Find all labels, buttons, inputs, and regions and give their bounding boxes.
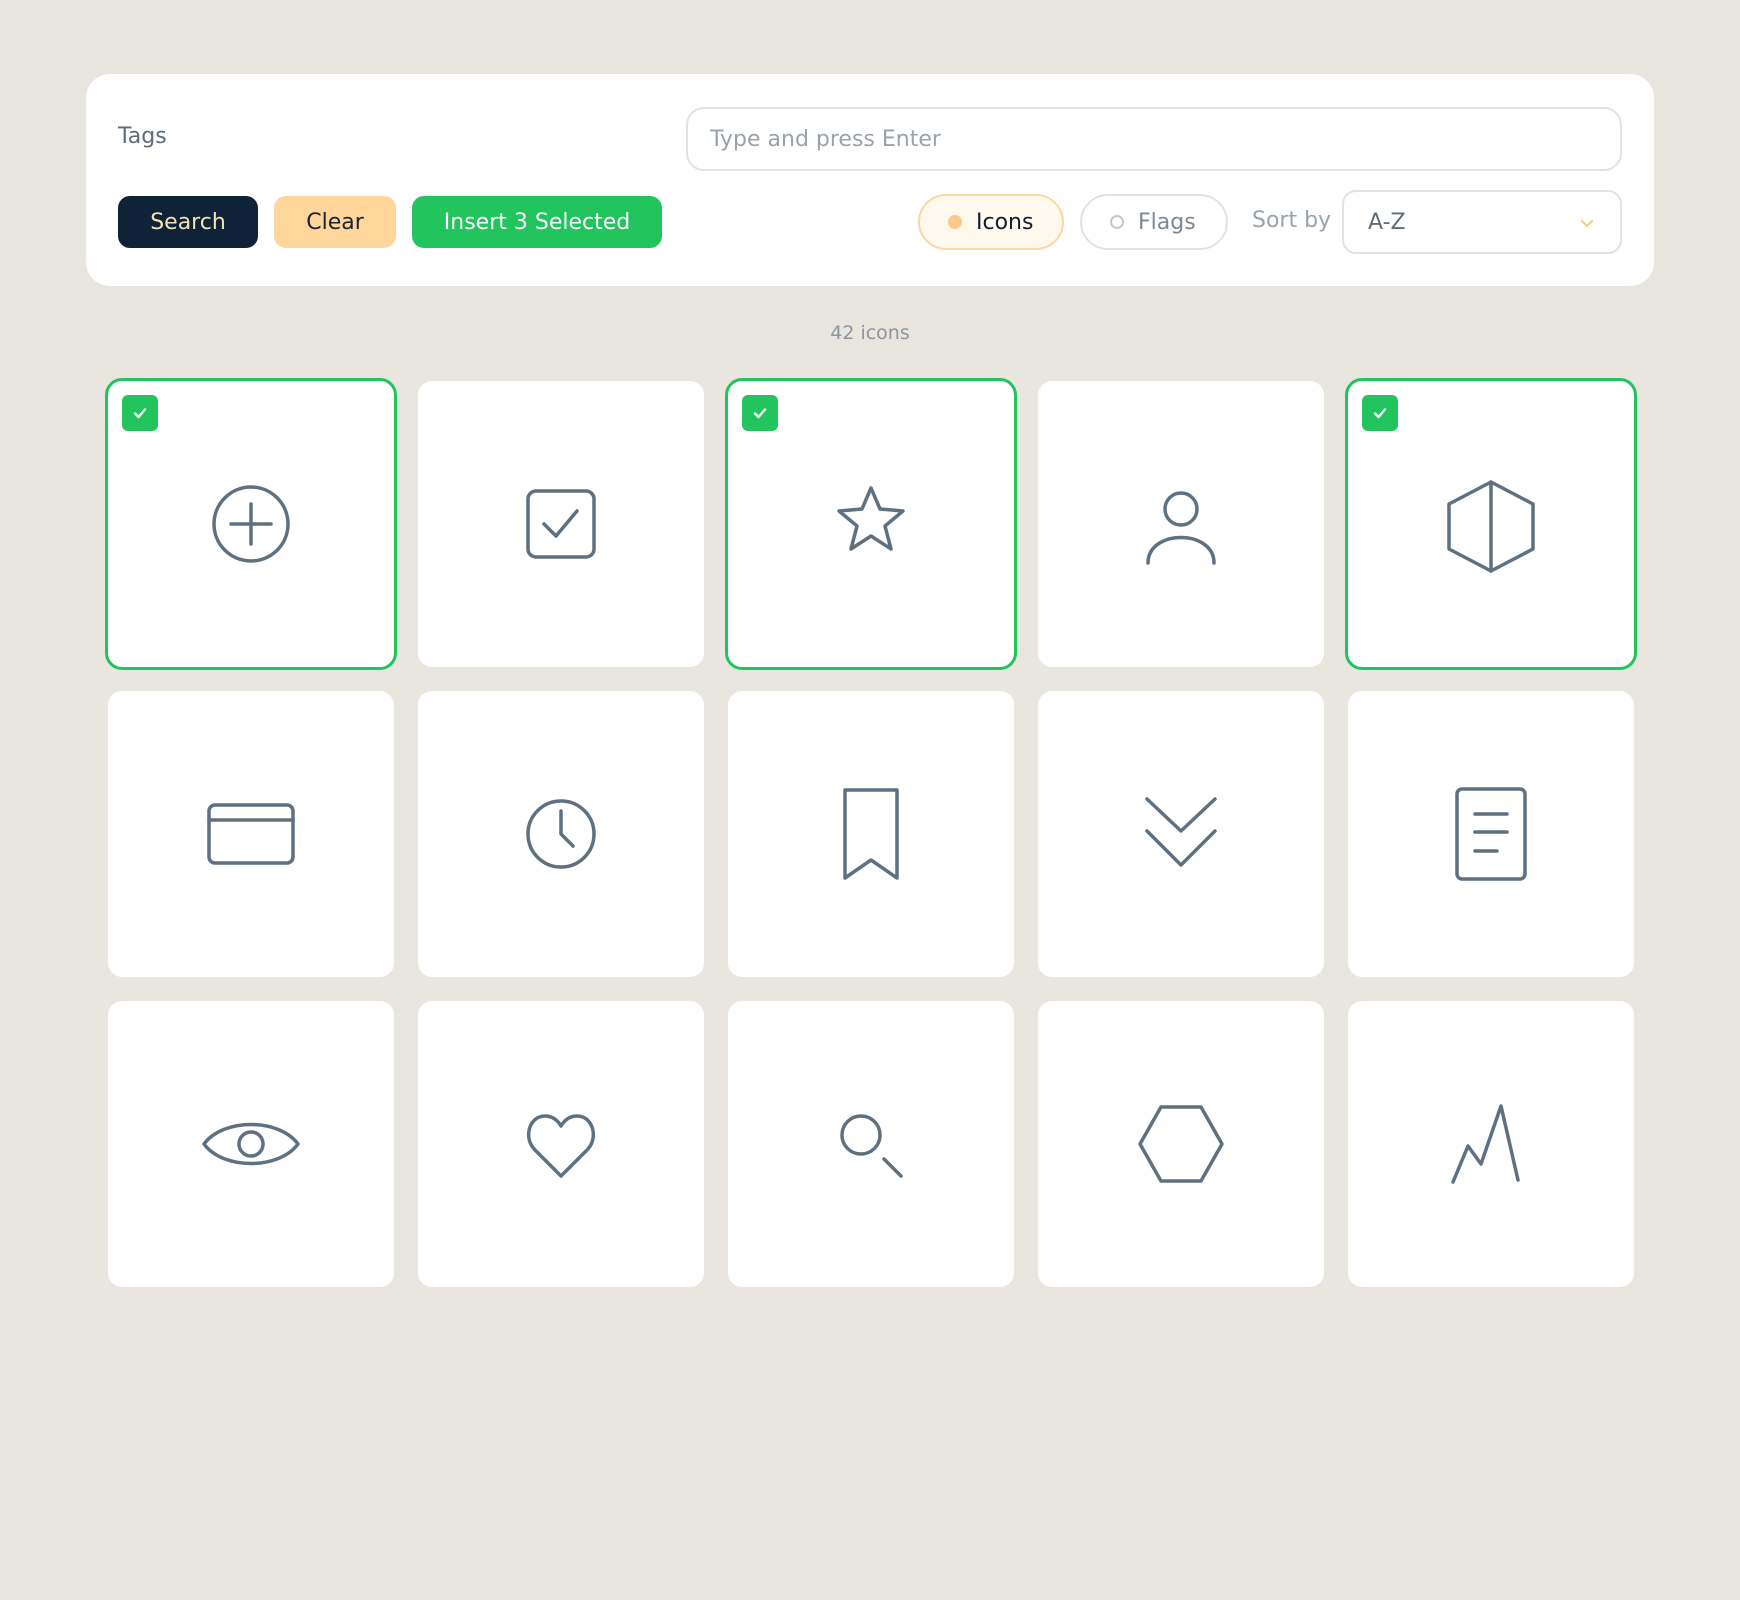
hexagon-icon bbox=[1138, 1105, 1224, 1183]
document-icon bbox=[1455, 787, 1527, 881]
icon-tile[interactable] bbox=[725, 378, 1017, 670]
icon-tile[interactable] bbox=[418, 1001, 704, 1287]
icon-tile[interactable] bbox=[1345, 378, 1637, 670]
icon-tile[interactable] bbox=[108, 691, 394, 977]
radio-dot-icon bbox=[1110, 215, 1124, 229]
heart-icon bbox=[526, 1114, 596, 1178]
icon-tile[interactable] bbox=[1038, 1001, 1324, 1287]
icon-tile[interactable] bbox=[728, 1001, 1014, 1287]
credit-card-icon bbox=[207, 803, 295, 865]
clock-icon bbox=[526, 799, 596, 869]
toolbar-card: Tags Search Clear Insert 3 Selected Icon… bbox=[86, 74, 1654, 286]
icon-tile[interactable] bbox=[1348, 691, 1634, 977]
radio-dot-icon bbox=[948, 215, 962, 229]
icon-tile[interactable] bbox=[728, 691, 1014, 977]
chevron-down-icon bbox=[1580, 219, 1594, 228]
icon-count: 42 icons bbox=[830, 322, 910, 344]
clear-button[interactable]: Clear bbox=[274, 196, 396, 248]
bookmark-icon bbox=[843, 788, 899, 880]
search-button[interactable]: Search bbox=[118, 196, 258, 248]
icon-tile[interactable] bbox=[105, 378, 397, 670]
icon-tile[interactable] bbox=[1348, 1001, 1634, 1287]
tag-input[interactable] bbox=[686, 107, 1622, 171]
tags-label: Tags bbox=[118, 124, 167, 149]
checkmark-icon bbox=[122, 395, 158, 431]
icon-tile[interactable] bbox=[108, 1001, 394, 1287]
filter-chip-label: Flags bbox=[1138, 209, 1196, 235]
sort-value: A-Z bbox=[1368, 209, 1406, 235]
icon-tile[interactable] bbox=[1038, 691, 1324, 977]
sort-select[interactable]: A-Z bbox=[1342, 190, 1622, 254]
box-icon bbox=[1447, 480, 1535, 573]
plus-circle-icon bbox=[212, 485, 290, 563]
mountain-icon bbox=[1451, 1104, 1520, 1184]
filter-chip-icons[interactable]: Icons bbox=[918, 194, 1064, 250]
filter-chip-flags[interactable]: Flags bbox=[1080, 194, 1228, 250]
icon-tile[interactable] bbox=[418, 691, 704, 977]
search-icon bbox=[840, 1114, 903, 1178]
insert-selected-button[interactable]: Insert 3 Selected bbox=[412, 196, 662, 248]
icon-tile[interactable] bbox=[418, 381, 704, 667]
chevrons-down-icon bbox=[1145, 797, 1217, 867]
star-icon bbox=[837, 486, 905, 551]
checkmark-icon bbox=[742, 395, 778, 431]
checkmark-icon bbox=[1362, 395, 1398, 431]
filter-chip-label: Icons bbox=[976, 209, 1034, 235]
checkbox-icon bbox=[526, 489, 596, 559]
icon-tile[interactable] bbox=[1038, 381, 1324, 667]
sort-label: Sort by bbox=[1252, 208, 1332, 233]
eye-icon bbox=[202, 1122, 300, 1166]
icon-grid bbox=[105, 378, 1637, 1287]
user-icon bbox=[1146, 491, 1216, 565]
